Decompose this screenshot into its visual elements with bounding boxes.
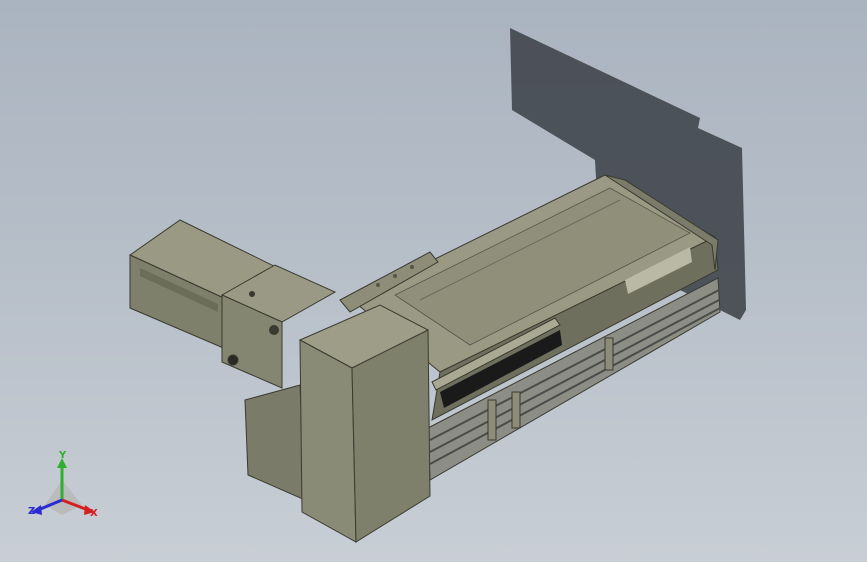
3d-viewport[interactable]: Y X Z — [0, 0, 867, 562]
coupling-screw — [249, 291, 255, 297]
cover-front — [351, 329, 431, 543]
axis-triad[interactable]: Y X Z — [28, 450, 98, 519]
model-scene[interactable]: Y X Z — [0, 0, 867, 562]
lower-box — [244, 384, 306, 501]
coupling-hole — [227, 354, 239, 366]
motor-assembly[interactable] — [128, 219, 431, 543]
cover-side — [299, 339, 357, 543]
y-axis-label: Y — [58, 450, 67, 461]
x-axis-label: X — [90, 508, 98, 519]
z-axis-label: Z — [28, 506, 35, 517]
coupling-shaft — [269, 325, 279, 335]
